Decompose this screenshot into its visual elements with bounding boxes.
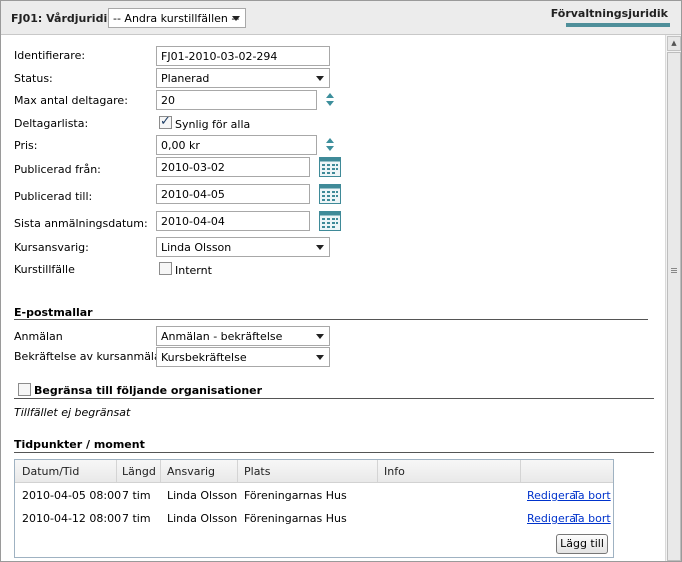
header-bar: FJ01: Vårdjuridik -- Andra kurstillfälle… bbox=[1, 1, 681, 35]
chevron-down-icon bbox=[316, 355, 324, 360]
course-instance-window: FJ01: Vårdjuridik -- Andra kurstillfälle… bbox=[0, 0, 682, 562]
price-input[interactable] bbox=[156, 135, 317, 155]
last-signup-input[interactable] bbox=[156, 211, 310, 231]
chevron-down-icon bbox=[316, 245, 324, 250]
row-responsible: Linda Olsson bbox=[167, 512, 238, 525]
confirmation-template-select[interactable]: Kursbekräftelse bbox=[156, 347, 330, 367]
published-from-input[interactable] bbox=[156, 157, 310, 177]
course-responsible-select[interactable]: Linda Olsson bbox=[156, 237, 330, 257]
row-place: Föreningarnas Hus bbox=[244, 489, 347, 502]
status-select-value: Planerad bbox=[161, 72, 210, 85]
last-signup-label: Sista anmälningsdatum: bbox=[14, 217, 148, 230]
edit-row-link[interactable]: Redigera bbox=[527, 512, 576, 525]
section-divider bbox=[14, 319, 648, 320]
schedule-table: Datum/Tid Längd Ansvarig Plats Info 2010… bbox=[14, 459, 614, 558]
chevron-down-icon bbox=[316, 76, 324, 81]
max-participants-input[interactable] bbox=[156, 90, 317, 110]
course-instance-label: Kurstillfälle bbox=[14, 263, 75, 276]
column-header-responsible: Ansvarig bbox=[167, 465, 216, 478]
restriction-status-text: Tillfället ej begränsat bbox=[14, 406, 131, 419]
max-participants-label: Max antal deltagare: bbox=[14, 94, 128, 107]
category-underline bbox=[566, 23, 670, 27]
scrollbar-grip bbox=[671, 270, 677, 271]
internal-checkbox[interactable] bbox=[159, 262, 172, 275]
scrollbar-grip bbox=[671, 268, 677, 269]
restrict-organisations-checkbox[interactable] bbox=[18, 383, 31, 396]
schedule-table-header: Datum/Tid Längd Ansvarig Plats Info bbox=[15, 460, 613, 483]
chevron-down-icon bbox=[316, 334, 324, 339]
participant-list-visible-checkbox[interactable] bbox=[159, 114, 172, 129]
published-from-label: Publicerad från: bbox=[14, 163, 101, 176]
internal-checkbox-label: Internt bbox=[175, 264, 212, 277]
published-to-label: Publicerad till: bbox=[14, 190, 93, 203]
participant-list-visible-label: Synlig för alla bbox=[175, 118, 251, 131]
column-separator bbox=[237, 460, 238, 482]
spinner-arrows-icon[interactable] bbox=[325, 138, 335, 154]
calendar-icon[interactable] bbox=[319, 157, 341, 177]
scrollbar-grip bbox=[671, 272, 677, 273]
vertical-scrollbar[interactable]: ▲ bbox=[665, 35, 681, 561]
row-datetime: 2010-04-05 08:00 bbox=[22, 489, 122, 502]
spinner-up-icon[interactable] bbox=[326, 138, 334, 143]
row-responsible: Linda Olsson bbox=[167, 489, 238, 502]
course-responsible-label: Kursansvarig: bbox=[14, 241, 89, 254]
column-separator bbox=[116, 460, 117, 482]
confirmation-template-select-value: Kursbekräftelse bbox=[161, 351, 247, 364]
confirmation-template-label: Bekräftelse av kursanmälan bbox=[14, 350, 168, 363]
calendar-icon[interactable] bbox=[319, 184, 341, 204]
participant-list-label: Deltagarlista: bbox=[14, 117, 89, 130]
column-separator bbox=[160, 460, 161, 482]
course-instance-select-value: -- Andra kurstillfällen -- bbox=[113, 12, 240, 25]
identifier-input[interactable] bbox=[156, 46, 330, 66]
scrollbar-thumb[interactable] bbox=[667, 52, 681, 561]
row-length: 7 tim bbox=[122, 512, 151, 525]
column-header-length: Längd bbox=[122, 465, 156, 478]
chevron-down-icon bbox=[232, 16, 240, 21]
section-divider bbox=[14, 452, 654, 453]
scroll-up-icon[interactable]: ▲ bbox=[667, 36, 681, 51]
row-length: 7 tim bbox=[122, 489, 151, 502]
category-title: Förvaltningsjuridik bbox=[550, 7, 668, 20]
column-header-info: Info bbox=[384, 465, 405, 478]
spinner-arrows-icon[interactable] bbox=[325, 93, 335, 109]
published-to-input[interactable] bbox=[156, 184, 310, 204]
signup-template-select-value: Anmälan - bekräftelse bbox=[161, 330, 283, 343]
identifier-label: Identifierare: bbox=[14, 49, 86, 62]
add-time-button[interactable]: Lägg till bbox=[556, 534, 608, 554]
column-separator bbox=[520, 460, 521, 482]
spinner-down-icon[interactable] bbox=[326, 146, 334, 151]
schedule-heading: Tidpunkter / moment bbox=[14, 438, 145, 451]
price-label: Pris: bbox=[14, 139, 38, 152]
status-select[interactable]: Planerad bbox=[156, 68, 330, 88]
signup-template-select[interactable]: Anmälan - bekräftelse bbox=[156, 326, 330, 346]
edit-row-link[interactable]: Redigera bbox=[527, 489, 576, 502]
column-header-place: Plats bbox=[244, 465, 271, 478]
restrict-organisations-label: Begränsa till följande organisationer bbox=[34, 384, 263, 397]
signup-template-label: Anmälan bbox=[14, 330, 63, 343]
delete-row-link[interactable]: Ta bort bbox=[573, 489, 611, 502]
calendar-icon[interactable] bbox=[319, 211, 341, 231]
status-label: Status: bbox=[14, 72, 53, 85]
page-title: FJ01: Vårdjuridik bbox=[11, 12, 115, 25]
course-responsible-select-value: Linda Olsson bbox=[161, 241, 232, 254]
column-separator bbox=[377, 460, 378, 482]
delete-row-link[interactable]: Ta bort bbox=[573, 512, 611, 525]
row-datetime: 2010-04-12 08:00 bbox=[22, 512, 122, 525]
column-header-datetime: Datum/Tid bbox=[22, 465, 80, 478]
email-templates-heading: E-postmallar bbox=[14, 306, 93, 319]
row-place: Föreningarnas Hus bbox=[244, 512, 347, 525]
spinner-down-icon[interactable] bbox=[326, 101, 334, 106]
course-instance-select[interactable]: -- Andra kurstillfällen -- bbox=[108, 8, 246, 28]
spinner-up-icon[interactable] bbox=[326, 93, 334, 98]
section-divider bbox=[14, 398, 654, 399]
